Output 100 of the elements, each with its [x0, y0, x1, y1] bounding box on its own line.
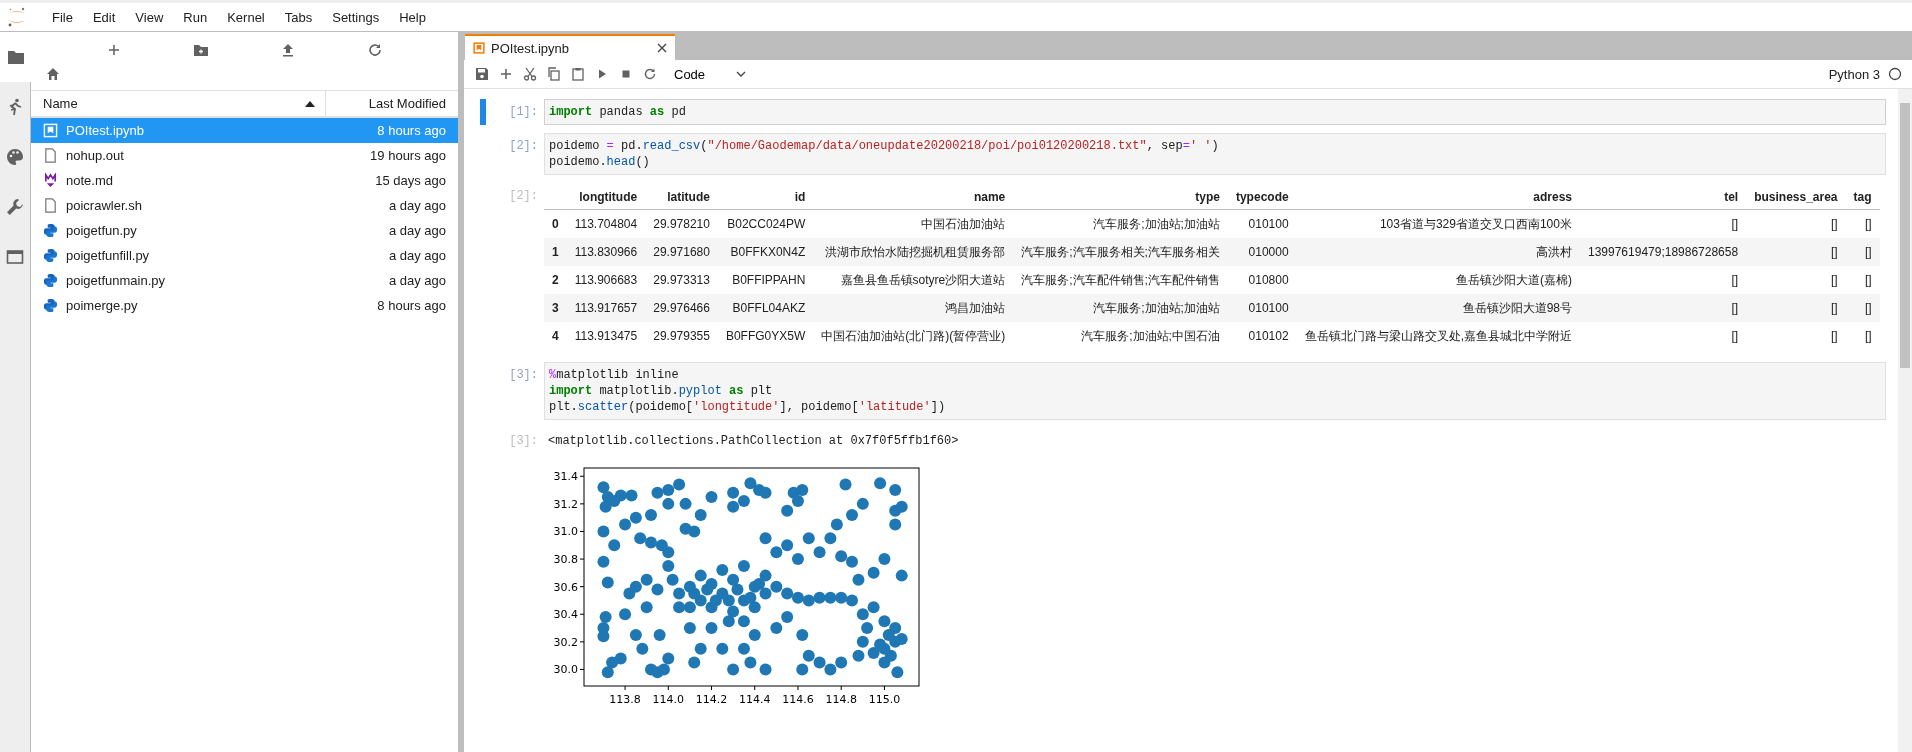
table-cell: 113.704804	[566, 209, 646, 238]
output-prompt: [3]:	[508, 433, 539, 450]
table-cell: 汽车服务;加油站;加油站	[1013, 209, 1228, 238]
table-cell: 29.971680	[645, 238, 718, 266]
file-name: poigetfun.py	[66, 223, 138, 238]
table-cell: 中国石油加油站	[813, 209, 1014, 238]
table-cell: []	[1746, 266, 1846, 294]
table-cell: B0FFG0YX5W	[717, 322, 814, 350]
menu-item[interactable]: Help	[389, 9, 436, 25]
axis-tick-label: 115.0	[868, 693, 901, 706]
column-header[interactable]: Name	[43, 96, 78, 111]
table-cell: 010100	[1227, 294, 1297, 322]
file-name: poigetfunfill.py	[66, 248, 151, 263]
menu-item[interactable]: Tabs	[274, 9, 323, 25]
table-cell: 汽车服务;汽车服务相关;汽车服务相关	[1013, 238, 1228, 266]
column-header[interactable]: Last Modified	[326, 96, 458, 111]
table-cell: 103省道与329省道交叉口西南100米	[1296, 209, 1580, 238]
axis-tick-label: 114.0	[652, 693, 685, 706]
table-cell: 嘉鱼县鱼岳镇sotyre沙阳大道站	[813, 266, 1014, 294]
axis-tick-label: 30.6	[553, 580, 578, 594]
input-prompt: [3]:	[508, 367, 539, 384]
table-cell: 113.830966	[566, 238, 646, 266]
table-cell: 洪湖市欣怡水陆挖掘机租赁服务部	[813, 238, 1014, 266]
table-cell: 010800	[1227, 266, 1297, 294]
file-modified: a day ago	[388, 273, 446, 288]
file-modified: a day ago	[388, 248, 446, 263]
axis-tick-label: 31.4	[553, 470, 578, 484]
table-cell: 鱼岳镇沙阳大道98号	[1296, 294, 1580, 322]
table-cell: 010102	[1227, 322, 1297, 350]
column-header: type	[1013, 185, 1228, 210]
notebook-tab[interactable]: POItest.ipynb	[465, 34, 675, 60]
file-name: note.md	[66, 173, 114, 188]
menu-item[interactable]: Kernel	[217, 9, 275, 25]
file-name: nohup.out	[66, 148, 125, 163]
menu-item[interactable]: Run	[173, 9, 218, 25]
axis-tick-label: 30.8	[553, 553, 578, 567]
table-cell: 29.979355	[645, 322, 718, 350]
axis-tick-label: 30.2	[553, 635, 578, 649]
table-cell: []	[1746, 209, 1846, 238]
table-cell: []	[1580, 209, 1747, 238]
file-row[interactable]: poigetfunfill.py a day ago	[31, 243, 458, 268]
table-cell: 010000	[1227, 238, 1297, 266]
row-index: 4	[544, 322, 567, 350]
file-row[interactable]: poigetfun.py a day ago	[31, 218, 458, 243]
file-row[interactable]: nohup.out 19 hours ago	[31, 143, 458, 168]
table-cell: 鸿昌加油站	[813, 294, 1014, 322]
table-cell: B02CC024PW	[717, 209, 814, 238]
table-cell: 汽车服务;加油站;中国石油	[1013, 322, 1228, 350]
table-cell: 汽车服务;汽车配件销售;汽车配件销售	[1013, 266, 1228, 294]
table-cell: 汽车服务;加油站;加油站	[1013, 294, 1228, 322]
code-input[interactable]: import pandas as pd	[544, 99, 1886, 125]
file-row[interactable]: poigetfunmain.py a day ago	[31, 268, 458, 293]
table-cell: 010100	[1227, 209, 1297, 238]
code-input[interactable]: %matplotlib inline import matplotlib.pyplot as plt plt.scatter(poidemo['longtitude'], poidemo['latitude'])	[544, 362, 1886, 420]
menu-item[interactable]: View	[125, 9, 174, 25]
axis-tick-label: 31.2	[553, 497, 578, 511]
input-prompt: [2]:	[508, 138, 539, 155]
file-modified: 8 hours ago	[377, 298, 446, 313]
file-row[interactable]: poimerge.py 8 hours ago	[31, 293, 458, 318]
cell-type-dropdown[interactable]: Code	[670, 66, 750, 82]
output-text: <matplotlib.collections.PathCollection at 0x7f0f5ffb1f60>	[547, 433, 960, 450]
table-cell: []	[1580, 322, 1747, 350]
menu-item[interactable]: Settings	[322, 9, 390, 25]
table-cell: 中国石油加油站(北门路)(暂停营业)	[813, 322, 1014, 350]
table-cell: []	[1580, 294, 1747, 322]
file-modified: a day ago	[388, 198, 446, 213]
file-name: poigetfunmain.py	[66, 273, 166, 288]
column-header: adress	[1296, 185, 1580, 210]
column-header: tag	[1845, 185, 1880, 210]
column-header: latitude	[645, 185, 718, 210]
table-cell: []	[1746, 238, 1846, 266]
table-cell: 高洪村	[1296, 238, 1580, 266]
code-input[interactable]: poidemo = pd.read_csv("/home/Gaodemap/data/oneupdate20200218/poi/poi0120200218.txt", sep=' ') poidemo.head()	[544, 133, 1886, 175]
axis-tick-label: 114.6	[782, 693, 814, 706]
table-cell: 113.913475	[566, 322, 646, 350]
column-header: id	[717, 185, 814, 210]
column-header: business_area	[1746, 185, 1846, 210]
kernel-name[interactable]: Python 3	[1828, 66, 1880, 82]
file-name: POItest.ipynb	[66, 123, 146, 138]
file-row[interactable]: note.md 15 days ago	[31, 168, 458, 193]
table-cell: B0FFL04AKZ	[717, 294, 814, 322]
table-cell: []	[1845, 238, 1880, 266]
table-cell: B0FFIPPAHN	[717, 266, 814, 294]
file-name: poimerge.py	[66, 298, 139, 313]
file-row[interactable]: poicrawler.sh a day ago	[31, 193, 458, 218]
axis-tick-label: 31.0	[553, 525, 578, 539]
table-cell: 29.976466	[645, 294, 718, 322]
table-cell: 113.917657	[566, 294, 646, 322]
file-modified: 19 hours ago	[370, 148, 446, 163]
input-prompt: [1]:	[508, 104, 539, 121]
table-cell: 113.906683	[566, 266, 646, 294]
menu-item[interactable]: File	[42, 9, 83, 25]
column-header: typecode	[1227, 185, 1297, 210]
table-cell: []	[1845, 322, 1880, 350]
table-cell: []	[1845, 294, 1880, 322]
axis-tick-label: 113.8	[609, 693, 641, 706]
file-modified: 15 days ago	[375, 173, 446, 188]
table-cell: []	[1746, 322, 1846, 350]
menu-item[interactable]: Edit	[82, 9, 126, 25]
axis-tick-label: 114.4	[739, 693, 771, 706]
